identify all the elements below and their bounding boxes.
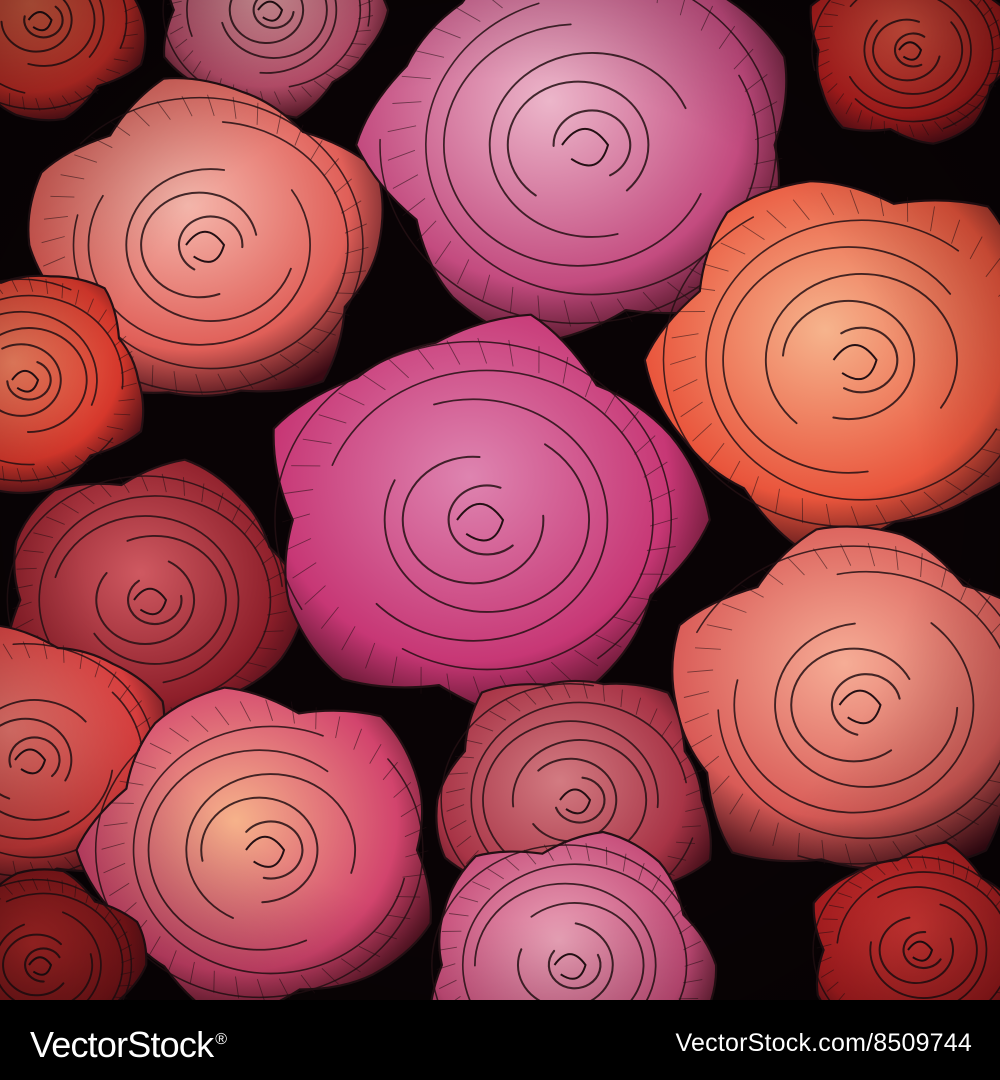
rose-pattern-illustration xyxy=(0,0,1000,1000)
vectorstock-brand-text: VectorStock xyxy=(30,1024,214,1065)
vectorstock-logo: VectorStock ® xyxy=(30,1018,227,1067)
vignette-overlay xyxy=(0,0,1000,1000)
roses-artwork xyxy=(0,0,1000,1000)
stock-image-page: VectorStock ® VectorStock.com/8509744 xyxy=(0,0,1000,1080)
watermark-footer: VectorStock ® VectorStock.com/8509744 xyxy=(0,1000,1000,1080)
registered-mark: ® xyxy=(215,1031,227,1048)
image-id-text: VectorStock.com/8509744 xyxy=(675,1029,972,1057)
